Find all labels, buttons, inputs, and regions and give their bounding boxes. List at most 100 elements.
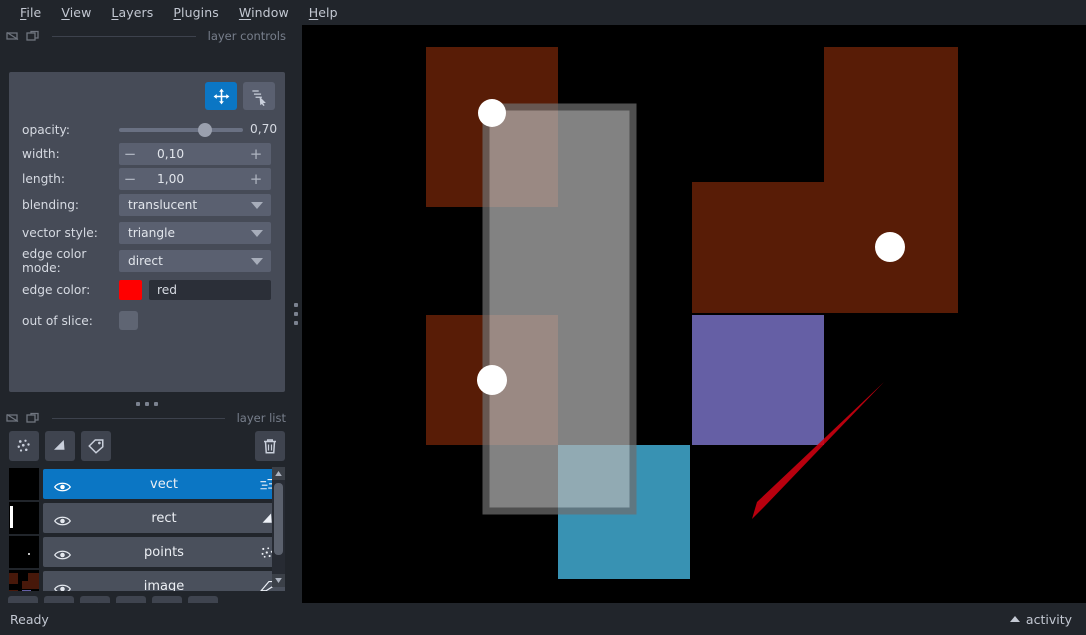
menu-plugins[interactable]: Plugins	[163, 1, 228, 24]
layer-list-item-image[interactable]: image	[9, 569, 285, 591]
vector-style-label: vector style:	[22, 226, 98, 240]
layer-list-dock-header: layer list	[0, 407, 294, 429]
float-dock-icon[interactable]	[26, 30, 40, 42]
rect-shape	[482, 103, 637, 515]
layer-list-buttons	[9, 429, 285, 463]
edge-color-text-input[interactable]: red	[149, 280, 271, 300]
length-spinbox[interactable]: − 1,00 +	[119, 168, 271, 190]
layer-controls-title: layer controls	[207, 29, 286, 43]
layer-controls-panel: opacity: 0,70 width: − 0,10 + length: − …	[9, 72, 285, 392]
chevron-down-icon	[251, 257, 263, 265]
splitter-dot	[136, 402, 140, 406]
vector-style-combobox[interactable]: triangle	[119, 222, 271, 244]
splitter-dot	[145, 402, 149, 406]
points-icon	[17, 439, 30, 452]
blending-label: blending:	[22, 198, 80, 212]
scroll-down-arrow-icon[interactable]	[272, 574, 285, 587]
width-label: width:	[22, 147, 60, 161]
mode-buttons-row	[205, 82, 275, 110]
layer-name-label: vect	[150, 476, 178, 492]
layer-row-body[interactable]: rect	[43, 503, 285, 533]
point-marker	[477, 365, 507, 395]
edge-color-swatch[interactable]	[119, 280, 142, 300]
length-decrement-button[interactable]: −	[119, 168, 141, 190]
activity-button[interactable]: activity	[1009, 612, 1086, 627]
splitter-dot	[294, 303, 298, 307]
left-dock-column: layer controls opacity: 0,70 width: − 0,…	[0, 25, 294, 626]
vector-style-row: vector style: triangle	[9, 222, 285, 244]
close-dock-icon[interactable]	[6, 412, 20, 424]
edge-color-field[interactable]: red	[119, 279, 271, 301]
layer-thumbnail	[9, 570, 39, 591]
layer-name-label: rect	[151, 510, 177, 526]
image-block	[824, 47, 958, 205]
blending-combobox[interactable]: translucent	[119, 194, 271, 216]
layer-row-body[interactable]: image	[43, 571, 285, 591]
image-block	[692, 182, 958, 313]
point-marker	[478, 99, 506, 127]
layer-list-item-vect[interactable]: vect	[9, 467, 285, 501]
opacity-slider-handle[interactable]	[198, 123, 212, 137]
dock-header-rule	[52, 417, 225, 419]
layer-row-body[interactable]: points	[43, 537, 285, 567]
out-of-slice-label: out of slice:	[22, 314, 93, 328]
layer-list-title: layer list	[236, 411, 286, 425]
edge-color-mode-combobox[interactable]: direct	[119, 250, 271, 272]
out-of-slice-field[interactable]	[119, 310, 271, 332]
image-block	[692, 315, 824, 445]
opacity-slider-track[interactable]	[119, 128, 243, 132]
main-splitter-handle[interactable]	[290, 25, 302, 603]
blending-value: translucent	[128, 198, 198, 212]
close-dock-icon[interactable]	[6, 30, 20, 42]
width-increment-button[interactable]: +	[245, 143, 267, 165]
menu-layers[interactable]: Layers	[101, 1, 163, 24]
menu-window[interactable]: Window	[229, 1, 299, 24]
opacity-slider[interactable]: 0,70	[119, 119, 277, 141]
layer-name-label: points	[144, 544, 184, 560]
float-dock-icon[interactable]	[26, 412, 40, 424]
labels-tag-icon	[88, 439, 104, 454]
new-labels-layer-button[interactable]	[81, 431, 111, 461]
vector-style-value: triangle	[128, 226, 175, 240]
layer-row-body[interactable]: vect	[43, 469, 285, 499]
select-mode-button[interactable]	[243, 82, 275, 110]
move-arrows-icon	[213, 88, 229, 104]
chevron-down-icon	[251, 229, 263, 237]
layer-list-item-rect[interactable]: rect	[9, 501, 285, 535]
layer-list[interactable]: vect rect points image	[9, 467, 285, 591]
width-decrement-button[interactable]: −	[119, 143, 141, 165]
splitter-dot	[154, 402, 158, 406]
dock-header-rule	[52, 35, 196, 37]
length-row: length: − 1,00 +	[9, 168, 285, 190]
edge-color-mode-row: edge color mode: direct	[9, 247, 285, 275]
out-of-slice-row: out of slice:	[9, 310, 285, 332]
napari-viewer-window: File View Layers Plugins Window Help lay…	[0, 0, 1086, 635]
menubar: File View Layers Plugins Window Help	[0, 0, 1086, 25]
menu-help[interactable]: Help	[299, 1, 348, 24]
new-shapes-layer-button[interactable]	[45, 431, 75, 461]
shapes-layer	[482, 103, 637, 515]
layer-thumbnail	[9, 502, 39, 534]
width-spinbox[interactable]: − 0,10 +	[119, 143, 271, 165]
layer-list-scrollbar[interactable]	[272, 467, 285, 587]
viewer-canvas[interactable]	[302, 25, 1086, 603]
opacity-row: opacity: 0,70	[9, 119, 285, 141]
scrollbar-thumb[interactable]	[274, 483, 283, 555]
pan-zoom-mode-button[interactable]	[205, 82, 237, 110]
new-points-layer-button[interactable]	[9, 431, 39, 461]
out-of-slice-checkbox[interactable]	[119, 311, 138, 330]
menu-file[interactable]: File	[10, 1, 51, 24]
width-row: width: − 0,10 +	[9, 143, 285, 165]
scroll-up-arrow-icon[interactable]	[272, 467, 285, 480]
delete-layer-button[interactable]	[255, 431, 285, 461]
layer-name-label: image	[143, 578, 185, 592]
menu-view[interactable]: View	[51, 1, 101, 24]
width-value[interactable]: 0,10	[141, 147, 245, 161]
edge-color-label: edge color:	[22, 283, 91, 297]
select-vector-icon	[251, 89, 266, 106]
length-increment-button[interactable]: +	[245, 168, 267, 190]
length-value[interactable]: 1,00	[141, 172, 245, 186]
canvas-scene[interactable]	[302, 25, 1086, 603]
layer-thumbnail	[9, 536, 39, 568]
layer-list-item-points[interactable]: points	[9, 535, 285, 569]
